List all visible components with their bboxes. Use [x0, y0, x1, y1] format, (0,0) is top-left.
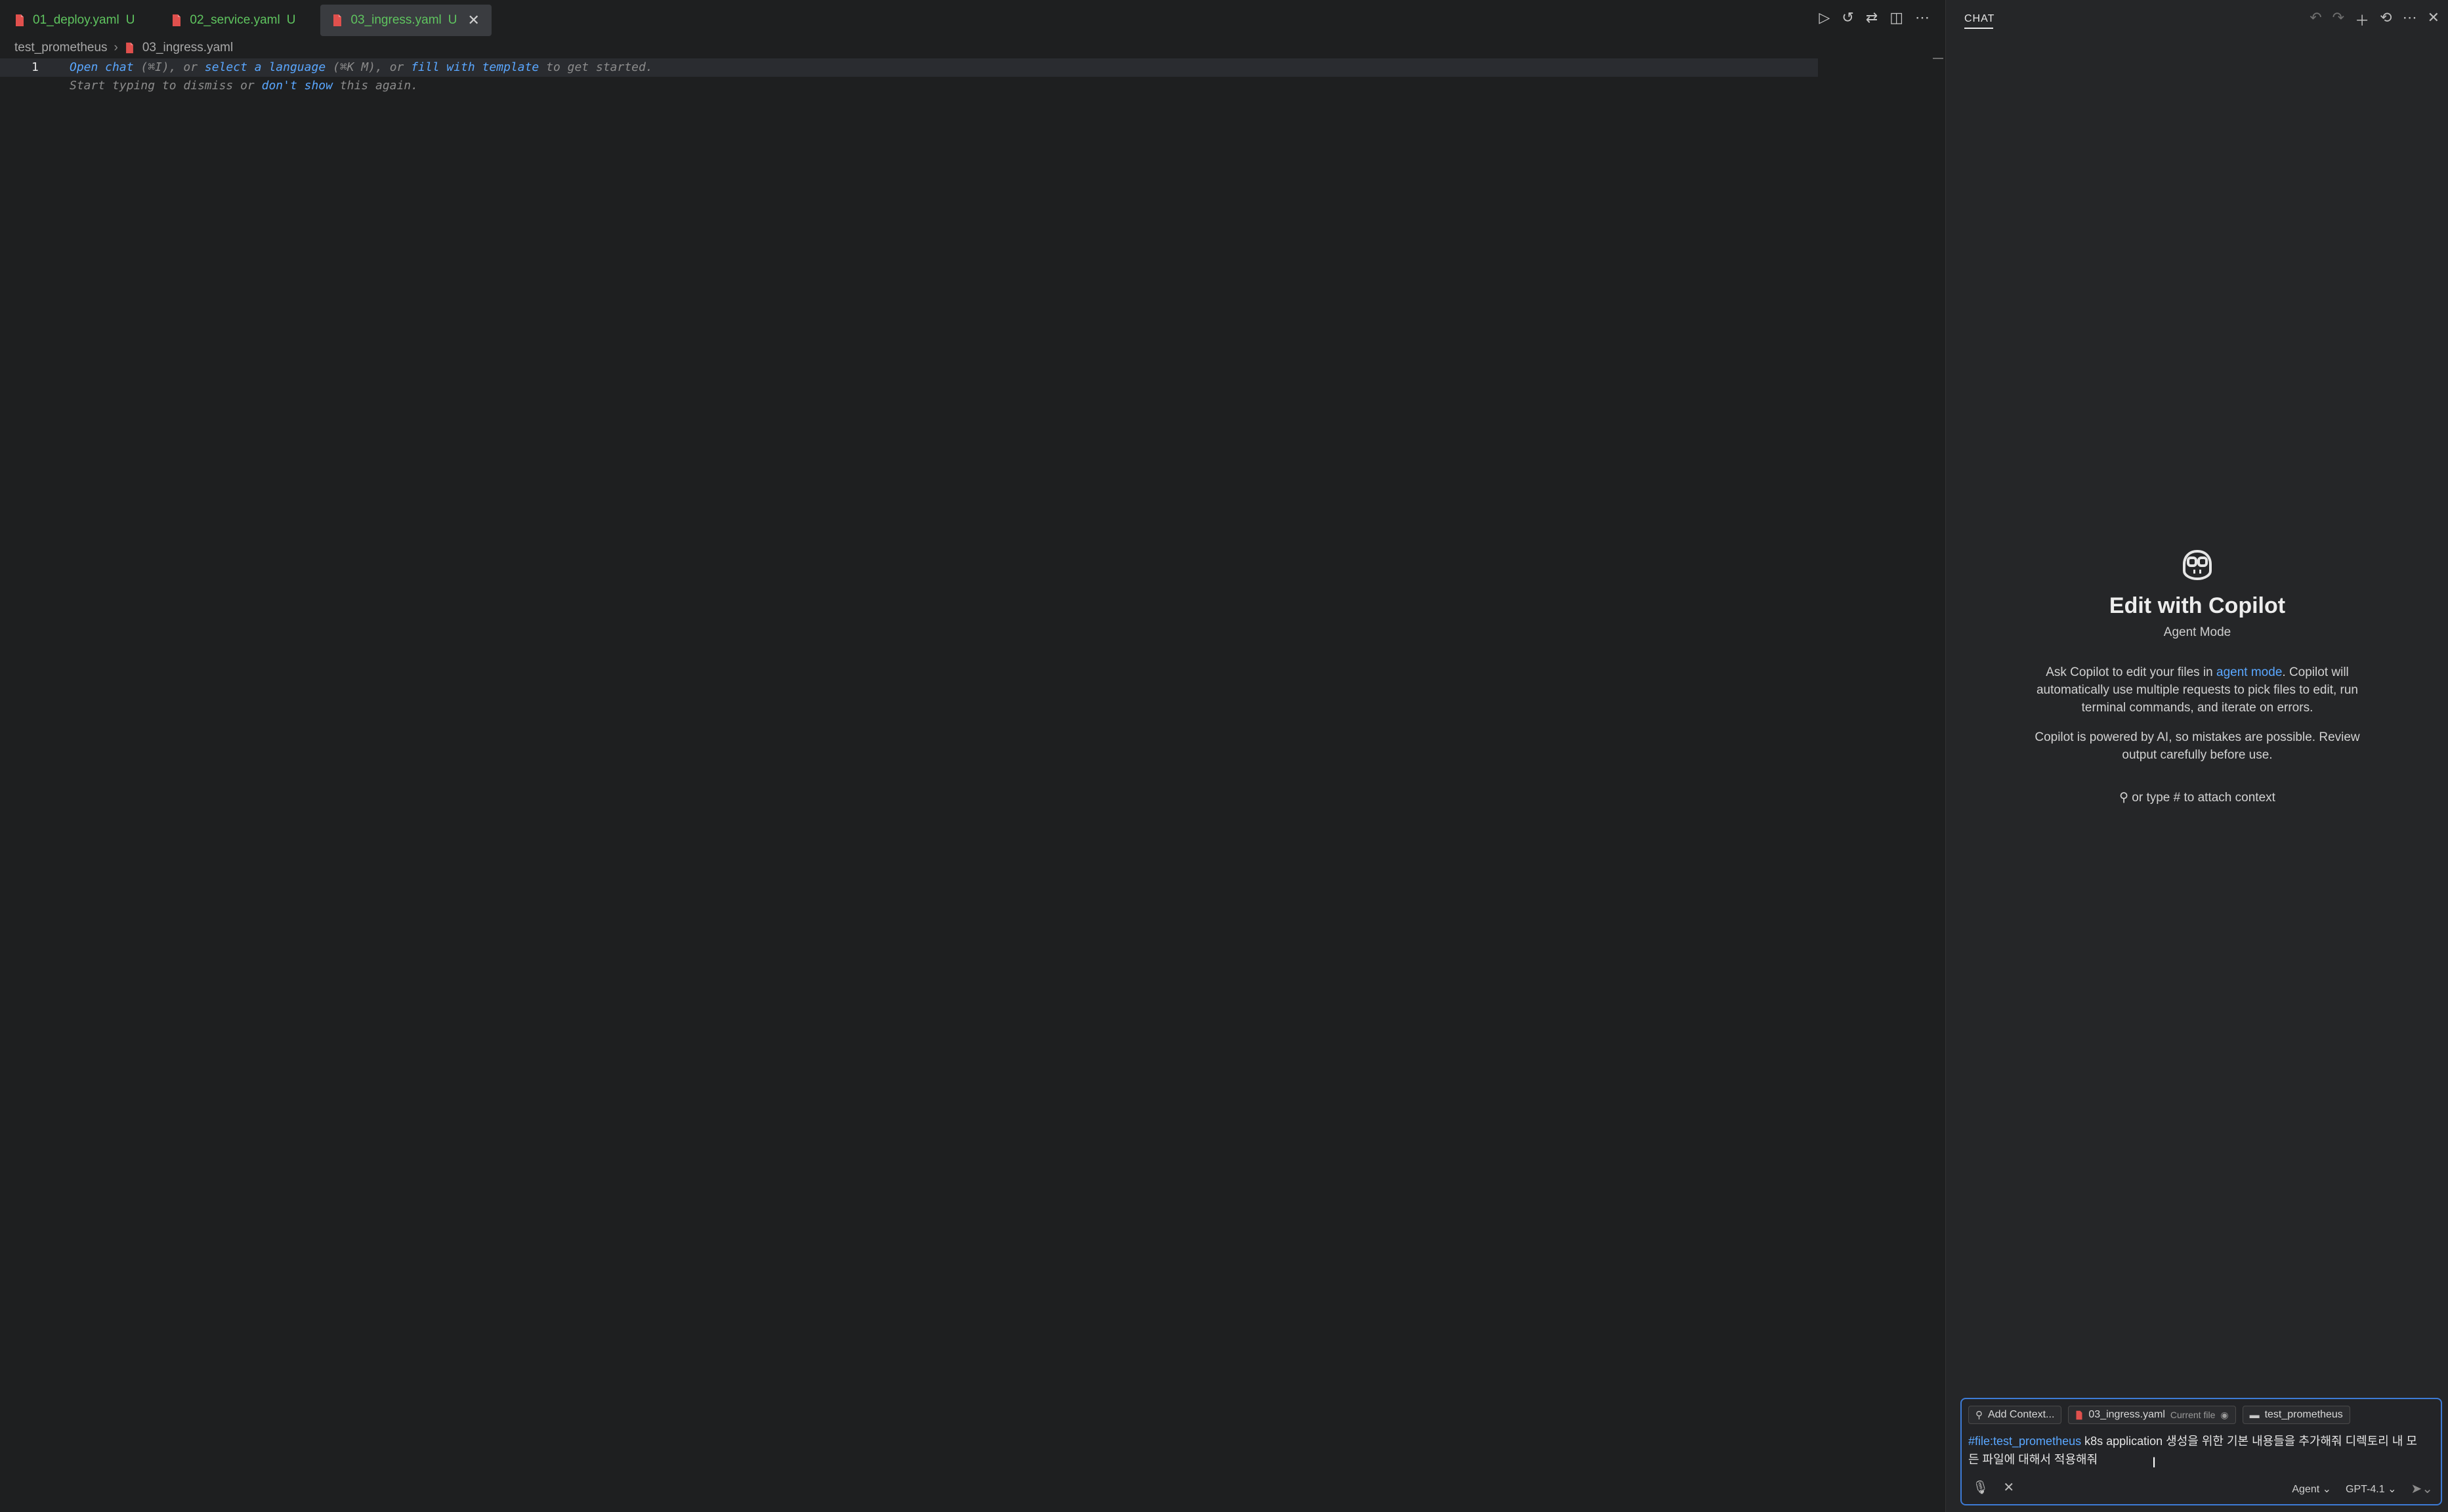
hint-text: Start typing to dismiss or — [70, 79, 262, 93]
open-chat-link[interactable]: Open chat — [70, 60, 134, 74]
tab-02-service[interactable]: 02_service.yaml U — [159, 5, 307, 36]
chat-panel: CHAT ↶ ↷ ＋ ⟲ ⋯ ✕ Edit with Copilot Agent… — [1945, 0, 2448, 1512]
chat-input[interactable]: ⚲ Add Context... 03_ingress.yaml Current … — [1960, 1398, 2442, 1505]
paperclip-icon: ⚲ — [2119, 791, 2132, 805]
description-text: Ask Copilot to edit your files in — [2046, 665, 2217, 679]
tab-label: 03_ingress.yaml — [350, 13, 442, 27]
tab-status: U — [286, 13, 296, 27]
breadcrumb-folder[interactable]: test_prometheus — [14, 41, 108, 55]
current-file-chip[interactable]: 03_ingress.yaml Current file ◉ — [2068, 1406, 2236, 1424]
fill-template-link[interactable]: fill with template — [411, 60, 539, 74]
folder-icon: ▬ — [2249, 1409, 2260, 1421]
more-actions-icon[interactable]: ⋯ — [2403, 9, 2417, 30]
yaml-file-icon — [125, 42, 133, 54]
tab-bar: 01_deploy.yaml U 02_service.yaml U 03_in… — [0, 0, 1944, 41]
chip-label: test_prometheus — [2264, 1409, 2343, 1420]
tab-label: 01_deploy.yaml — [33, 13, 119, 27]
chat-actions: ↶ ↷ ＋ ⟲ ⋯ ✕ — [2310, 9, 2439, 30]
compare-changes-icon[interactable]: ⇄ — [1866, 9, 1878, 26]
model-label: GPT-4.1 — [2346, 1483, 2385, 1495]
undo-icon[interactable]: ↶ — [2310, 9, 2321, 30]
editor-area: 01_deploy.yaml U 02_service.yaml U 03_in… — [0, 0, 1944, 1512]
yaml-file-icon — [16, 14, 24, 26]
timeline-icon[interactable]: ↺ — [1842, 9, 1853, 26]
microphone-icon[interactable]: 🎙︎ — [1972, 1479, 1989, 1496]
tab-01-deploy[interactable]: 01_deploy.yaml U — [3, 5, 146, 36]
send-icon[interactable]: ➤⌄ — [2411, 1480, 2433, 1497]
close-icon[interactable]: ✕ — [468, 12, 480, 29]
chip-note: Current file — [2170, 1410, 2216, 1420]
copilot-icon — [2183, 549, 2212, 581]
attach-context-hint: ⚲ or type # to attach context — [1946, 790, 2448, 805]
history-icon[interactable]: ⟲ — [2380, 9, 2392, 30]
add-context-button[interactable]: ⚲ Add Context... — [1968, 1406, 2062, 1424]
welcome-subtitle: Agent Mode — [2163, 625, 2231, 639]
empty-editor-hint: Open chat (⌘I), or select a language (⌘K… — [70, 60, 653, 74]
yaml-file-icon — [333, 14, 342, 26]
chat-header[interactable]: CHAT — [1964, 13, 1994, 25]
dismiss-hint: Start typing to dismiss or don't show th… — [70, 79, 418, 93]
hint-text: (⌘I), or — [133, 60, 205, 74]
more-actions-icon[interactable]: ⋯ — [1915, 9, 1930, 26]
file-reference: #file:test_prometheus — [1968, 1435, 2082, 1448]
welcome-title: Edit with Copilot — [2109, 593, 2286, 618]
tab-status: U — [125, 13, 135, 27]
chip-label: Add Context... — [1988, 1409, 2055, 1420]
run-icon[interactable]: ▷ — [1819, 9, 1830, 26]
model-picker[interactable]: GPT-4.1 ⌄ — [2346, 1482, 2396, 1496]
folder-chip[interactable]: ▬ test_prometheus — [2242, 1406, 2350, 1424]
split-editor-icon[interactable]: ◫ — [1889, 9, 1903, 26]
select-language-link[interactable]: select a language — [205, 60, 326, 74]
mode-picker[interactable]: Agent ⌄ — [2292, 1482, 2331, 1496]
ai-disclaimer: Copilot is powered by AI, so mistakes ar… — [2035, 730, 2360, 762]
chat-welcome: Edit with Copilot Agent Mode Ask Copilot… — [1946, 545, 2448, 805]
yaml-file-icon — [173, 14, 181, 26]
agent-mode-link[interactable]: agent mode — [2216, 665, 2282, 679]
hint-text: this again. — [332, 79, 419, 93]
minimap[interactable] — [1933, 58, 1943, 59]
input-tools: 🎙︎ ✕ — [1972, 1479, 2014, 1496]
line-number: 1 — [32, 60, 39, 74]
tab-03-ingress[interactable]: 03_ingress.yaml U ✕ — [320, 5, 492, 36]
new-chat-icon[interactable]: ＋ — [2355, 9, 2369, 30]
eye-icon[interactable]: ◉ — [2220, 1410, 2228, 1421]
tools-icon[interactable]: ✕ — [2003, 1479, 2014, 1496]
chevron-right-icon: › — [114, 41, 118, 54]
context-chips: ⚲ Add Context... 03_ingress.yaml Current … — [1968, 1406, 2350, 1424]
paperclip-icon: ⚲ — [1975, 1410, 1983, 1421]
breadcrumb-file[interactable]: 03_ingress.yaml — [142, 41, 233, 55]
chat-tab-indicator — [1964, 28, 1993, 29]
breadcrumb: test_prometheus › 03_ingress.yaml — [14, 39, 233, 56]
yaml-file-icon — [2076, 1410, 2082, 1419]
tab-label: 02_service.yaml — [190, 13, 280, 27]
hint-text: (⌘K M), or — [326, 60, 412, 74]
mode-label: Agent — [2292, 1483, 2320, 1495]
chip-label: 03_ingress.yaml — [2088, 1409, 2165, 1420]
tab-status: U — [448, 13, 457, 27]
text-cursor-icon: I — [2152, 1454, 2157, 1471]
editor-actions: ▷ ↺ ⇄ ◫ ⋯ — [1819, 9, 1930, 26]
redo-icon[interactable]: ↷ — [2332, 9, 2344, 30]
welcome-description: Ask Copilot to edit your files in agent … — [2027, 663, 2368, 717]
close-icon[interactable]: ✕ — [2428, 9, 2439, 30]
prompt-text[interactable]: #file:test_prometheus k8s application 생성… — [1968, 1432, 2428, 1469]
attach-hint-text: or type # to attach context — [2132, 791, 2275, 805]
input-options: Agent ⌄ GPT-4.1 ⌄ ➤⌄ — [2292, 1480, 2433, 1497]
dont-show-link[interactable]: don't show — [262, 79, 333, 93]
hint-text: to get started. — [539, 60, 653, 74]
